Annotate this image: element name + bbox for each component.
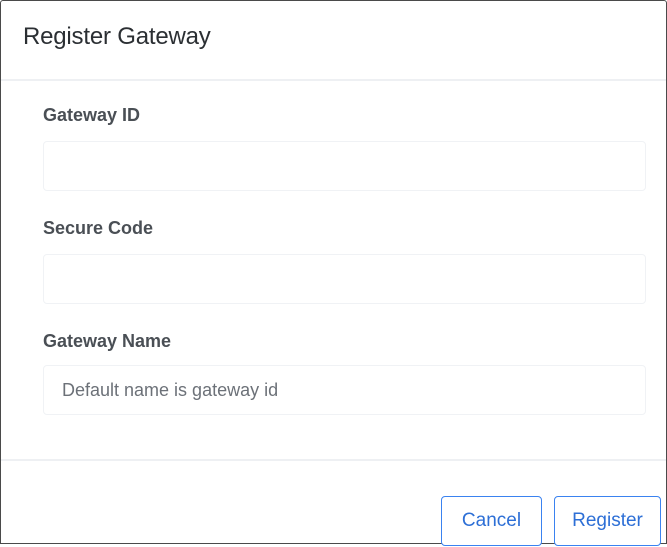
register-gateway-dialog: Register Gateway Gateway ID Secure Code …: [0, 0, 667, 546]
secure-code-label: Secure Code: [43, 218, 154, 238]
gateway-id-input[interactable]: [43, 141, 646, 191]
register-button[interactable]: Register: [554, 496, 661, 546]
dialog-header: Register Gateway: [1, 1, 666, 81]
secure-code-input[interactable]: [43, 254, 646, 304]
gateway-name-input[interactable]: [43, 365, 646, 415]
gateway-name-label: Gateway Name: [43, 331, 172, 351]
cancel-button[interactable]: Cancel: [441, 496, 542, 546]
gateway-id-label: Gateway ID: [43, 105, 141, 125]
dialog-title: Register Gateway: [23, 23, 211, 50]
